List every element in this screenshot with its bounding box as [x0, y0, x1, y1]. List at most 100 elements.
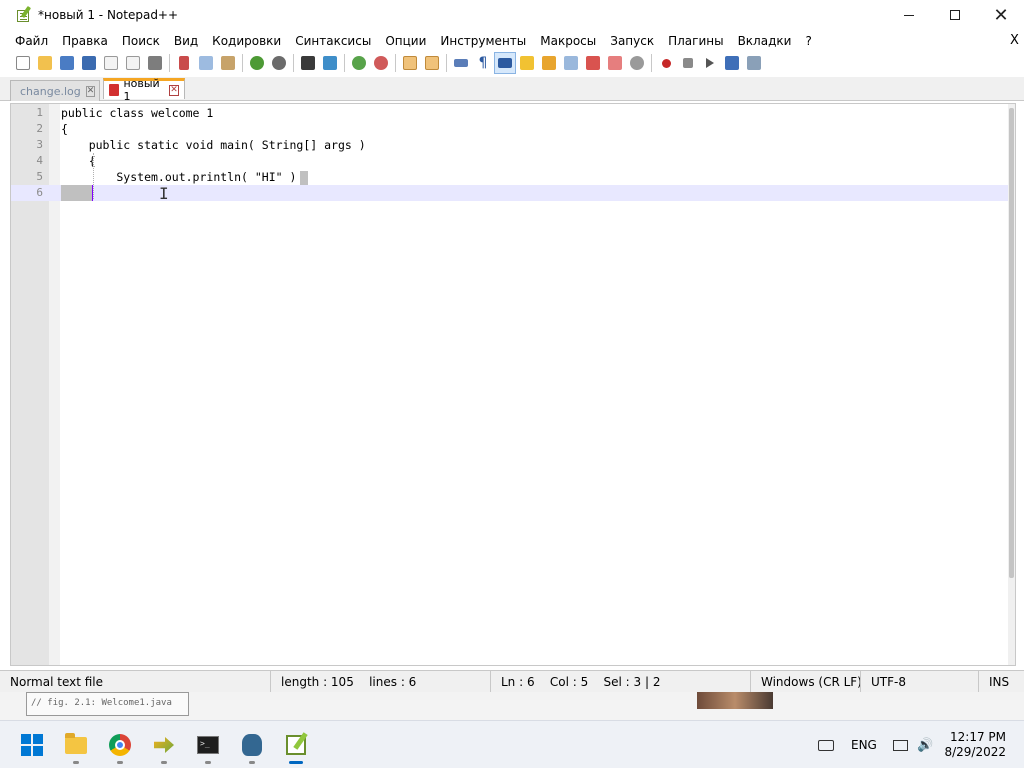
undo-button[interactable]: [246, 52, 268, 74]
code-line[interactable]: 5 System.out.println( "HI" ): [11, 169, 1015, 185]
zoom-out-button[interactable]: [370, 52, 392, 74]
toolbar-separator: [242, 54, 243, 72]
user-defined-language-button[interactable]: [516, 52, 538, 74]
close-document-icon[interactable]: X: [1010, 30, 1024, 51]
document-map-button[interactable]: [538, 52, 560, 74]
scrollbar-thumb[interactable]: [1009, 108, 1014, 578]
tab-change-log[interactable]: change.log ✕: [10, 80, 100, 101]
code-line[interactable]: 3 public static void main( String[] args…: [11, 137, 1015, 153]
clock-time: 12:17 PM: [950, 730, 1006, 744]
menu-macro[interactable]: Макросы: [533, 32, 603, 50]
sync-vertical-button[interactable]: [399, 52, 421, 74]
menu-language[interactable]: Синтаксисы: [288, 32, 378, 50]
line-number: 4: [36, 154, 43, 167]
minimize-icon: [904, 14, 914, 16]
language-indicator[interactable]: ENG: [851, 721, 877, 768]
monitoring-button[interactable]: [604, 52, 626, 74]
clock[interactable]: 12:17 PM 8/29/2022: [944, 730, 1006, 760]
word-wrap-button[interactable]: [450, 52, 472, 74]
toolbar-separator: [651, 54, 652, 72]
status-encoding[interactable]: UTF-8: [860, 671, 978, 693]
line-number: 6: [36, 186, 43, 199]
background-code-snippet: // fig. 2.1: Welcome1.java: [26, 692, 189, 716]
play-macro-button[interactable]: [699, 52, 721, 74]
copy-icon: [199, 56, 213, 70]
menu-encoding[interactable]: Кодировки: [205, 32, 288, 50]
spell-button[interactable]: [626, 52, 648, 74]
taskbar-command-prompt[interactable]: >_: [192, 729, 224, 764]
function-list-button[interactable]: [560, 52, 582, 74]
paste-button[interactable]: [217, 52, 239, 74]
menu-plugins[interactable]: Плагины: [661, 32, 730, 50]
taskbar-app[interactable]: [148, 729, 180, 764]
editor[interactable]: 1 public class welcome 1 2 { 3 public st…: [10, 103, 1016, 666]
zoom-in-button[interactable]: [348, 52, 370, 74]
status-insert-mode[interactable]: INS: [978, 671, 1024, 693]
maximize-button[interactable]: [932, 0, 978, 30]
find-button[interactable]: [297, 52, 319, 74]
taskbar-notepad-plus-plus[interactable]: [280, 729, 312, 764]
tab-new-1[interactable]: новый 1 ✕: [103, 77, 185, 103]
toolbar-separator: [446, 54, 447, 72]
open-file-button[interactable]: [34, 52, 56, 74]
save-macro-button[interactable]: [743, 52, 765, 74]
start-button[interactable]: [16, 729, 48, 761]
vertical-scrollbar[interactable]: [1008, 104, 1015, 665]
menu-tools[interactable]: Инструменты: [433, 32, 533, 50]
minimize-button[interactable]: [886, 0, 932, 30]
menu-search[interactable]: Поиск: [115, 32, 167, 50]
status-length: length : 105: [281, 675, 354, 689]
status-col: Col : 5: [549, 675, 589, 689]
close-all-button[interactable]: [122, 52, 144, 74]
sync-horizontal-icon: [425, 56, 439, 70]
taskbar-postgresql[interactable]: [236, 729, 268, 764]
function-list-icon: [564, 56, 578, 70]
tab-close-icon[interactable]: ✕: [169, 84, 179, 96]
show-all-characters-button[interactable]: ¶: [472, 52, 494, 74]
sync-horizontal-button[interactable]: [421, 52, 443, 74]
code-line[interactable]: 4 {: [11, 153, 1015, 169]
run-macro-multiple-button[interactable]: [721, 52, 743, 74]
running-indicator: [117, 761, 123, 764]
toolbar-separator: [395, 54, 396, 72]
close-button[interactable]: ✕: [978, 0, 1024, 30]
menu-help[interactable]: ?: [798, 32, 818, 50]
save-button[interactable]: [56, 52, 78, 74]
status-length-lines: length : 105 lines : 6: [270, 671, 490, 693]
save-all-button[interactable]: [78, 52, 100, 74]
status-eol[interactable]: Windows (CR LF): [750, 671, 862, 693]
print-button[interactable]: [144, 52, 166, 74]
scissors-icon: [179, 56, 189, 70]
line-number: 5: [36, 170, 43, 183]
tab-close-icon[interactable]: ✕: [85, 85, 96, 97]
menu-window[interactable]: Вкладки: [731, 32, 799, 50]
title-bar: *новый 1 - Notepad++ ✕: [0, 0, 1024, 30]
keyboard-tray[interactable]: [818, 721, 834, 768]
record-macro-button[interactable]: [655, 52, 677, 74]
taskbar-file-explorer[interactable]: [60, 729, 92, 764]
udl-icon: [520, 56, 534, 70]
menu-view[interactable]: Вид: [167, 32, 205, 50]
volume-tray[interactable]: 🔊: [917, 721, 933, 768]
new-file-button[interactable]: [12, 52, 34, 74]
taskbar-chrome[interactable]: [104, 729, 136, 764]
code-line[interactable]: 1 public class welcome 1: [11, 105, 1015, 121]
code-line[interactable]: 2 {: [11, 121, 1015, 137]
stop-macro-button[interactable]: [677, 52, 699, 74]
replace-button[interactable]: [319, 52, 341, 74]
menu-run[interactable]: Запуск: [603, 32, 661, 50]
menu-file[interactable]: Файл: [8, 32, 55, 50]
menu-edit[interactable]: Правка: [55, 32, 115, 50]
close-file-button[interactable]: [100, 52, 122, 74]
paste-icon: [221, 56, 235, 70]
close-file-icon: [104, 56, 118, 70]
copy-button[interactable]: [195, 52, 217, 74]
cut-button[interactable]: [173, 52, 195, 74]
network-tray[interactable]: [893, 721, 908, 768]
play-icon: [706, 58, 714, 68]
folder-as-workspace-button[interactable]: [582, 52, 604, 74]
menu-settings[interactable]: Опции: [378, 32, 433, 50]
status-bar: Normal text file length : 105 lines : 6 …: [0, 670, 1024, 693]
indent-guide-button[interactable]: [494, 52, 516, 74]
redo-button[interactable]: [268, 52, 290, 74]
